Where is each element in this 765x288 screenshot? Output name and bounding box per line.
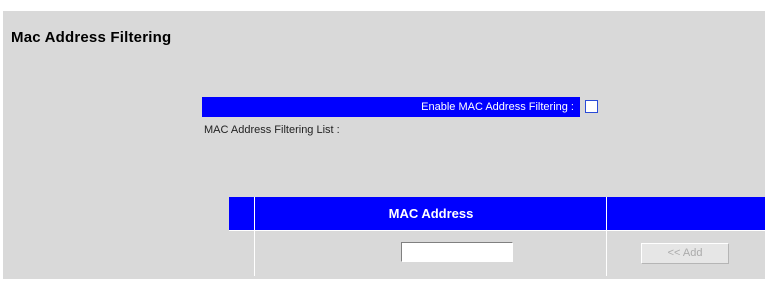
enable-filter-label: Enable MAC Address Filtering : [202,97,580,117]
page-title: Mac Address Filtering [11,29,172,46]
table-divider [606,197,607,276]
table-cell-index [229,231,255,276]
table-cell-action: << Add [607,231,765,276]
table-cell-mac-address [255,231,607,276]
content-panel: Mac Address Filtering Enable MAC Address… [3,11,765,279]
table-divider [229,230,765,231]
enable-filter-checkbox[interactable] [585,100,598,113]
filter-list-label: MAC Address Filtering List : [204,124,340,136]
table-header-index [229,197,255,231]
table-header-action [607,197,765,231]
add-button[interactable]: << Add [641,243,729,264]
table-divider [254,197,255,276]
mac-address-table: MAC Address << Add [229,197,765,276]
table-header-mac-address: MAC Address [255,197,607,231]
mac-address-input[interactable] [401,242,513,262]
